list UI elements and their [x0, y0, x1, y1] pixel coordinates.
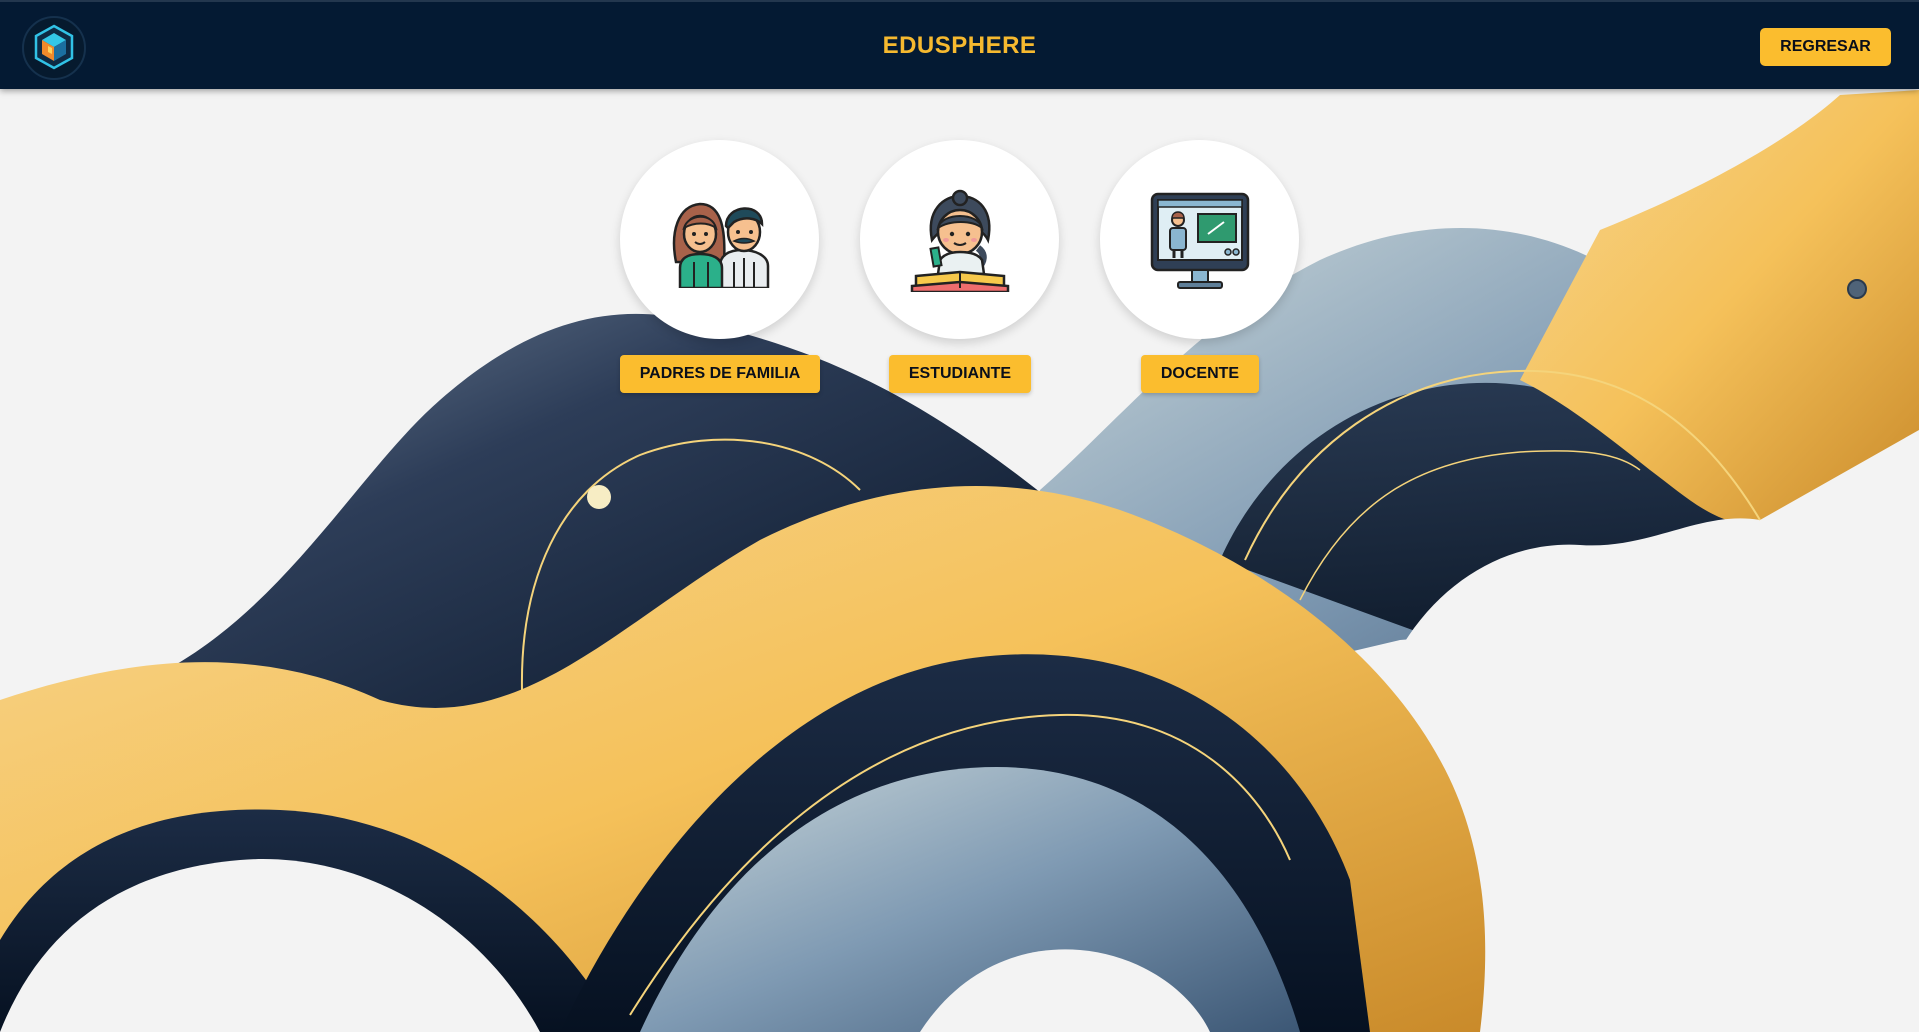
student-icon — [910, 189, 1009, 292]
role-button-teacher[interactable]: DOCENTE — [1141, 355, 1259, 393]
parents-icon — [672, 202, 769, 288]
top-navigation-bar: EDUSPHERE REGRESAR — [0, 0, 1919, 89]
role-circle-student[interactable] — [860, 140, 1059, 339]
app-title: EDUSPHERE — [882, 32, 1037, 59]
role-card-student: ESTUDIANTE — [860, 140, 1060, 395]
role-button-student[interactable]: ESTUDIANTE — [889, 355, 1031, 393]
role-card-teacher: DOCENTE — [1100, 140, 1300, 395]
back-button[interactable]: REGRESAR — [1760, 28, 1891, 66]
role-card-parents: PADRES DE FAMILIA — [620, 140, 820, 395]
role-circle-teacher[interactable] — [1100, 140, 1299, 339]
teacher-icon — [1150, 192, 1249, 289]
role-circle-parents[interactable] — [620, 140, 819, 339]
role-button-parents[interactable]: PADRES DE FAMILIA — [620, 355, 820, 393]
